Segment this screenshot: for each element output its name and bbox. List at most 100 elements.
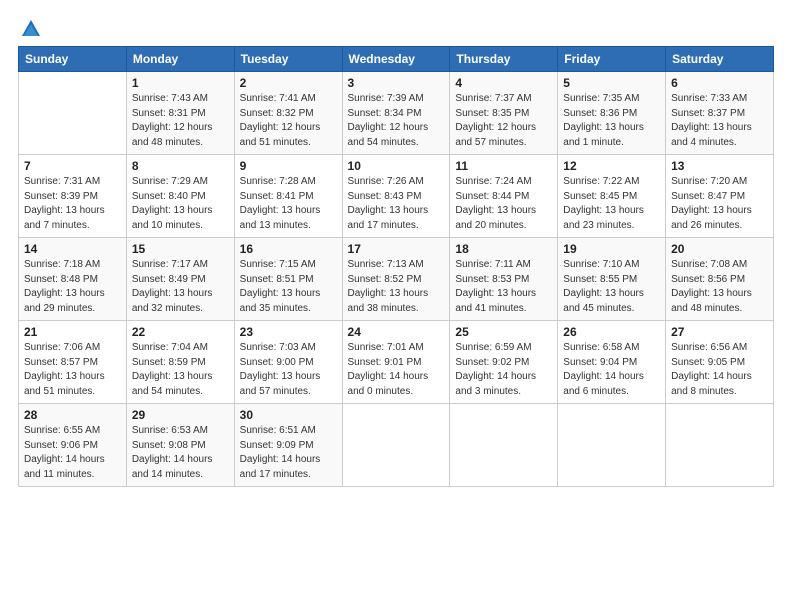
- day-number: 15: [132, 242, 229, 256]
- day-cell: 13 Sunrise: 7:20 AM Sunset: 8:47 PM Dayli…: [666, 155, 774, 238]
- day-cell: [342, 404, 450, 487]
- day-number: 12: [563, 159, 660, 173]
- day-cell: 11Sunrise: 7:24 AM Sunset: 8:44 PM Dayli…: [450, 155, 558, 238]
- day-cell: 27 Sunrise: 6:56 AM Sunset: 9:05 PM Dayli…: [666, 321, 774, 404]
- day-cell: 25 Sunrise: 6:59 AM Sunset: 9:02 PM Dayli…: [450, 321, 558, 404]
- day-cell: 18 Sunrise: 7:11 AM Sunset: 8:53 PM Dayli…: [450, 238, 558, 321]
- day-cell: 3 Sunrise: 7:39 AM Sunset: 8:34 PM Daylig…: [342, 72, 450, 155]
- day-info: Sunrise: 7:43 AM Sunset: 8:31 PM Dayligh…: [132, 92, 229, 150]
- day-info: Sunrise: 7:37 AM Sunset: 8:35 PM Dayligh…: [455, 92, 552, 150]
- day-info: Sunrise: 7:13 AM Sunset: 8:52 PM Dayligh…: [348, 258, 445, 316]
- logo-text: [18, 18, 42, 40]
- day-info: Sunrise: 7:29 AM Sunset: 8:40 PM Dayligh…: [132, 175, 229, 233]
- day-cell: 28 Sunrise: 6:55 AM Sunset: 9:06 PM Dayli…: [19, 404, 127, 487]
- day-cell: 10 Sunrise: 7:26 AM Sunset: 8:43 PM Dayli…: [342, 155, 450, 238]
- day-number: 11: [455, 159, 552, 173]
- day-cell: 8 Sunrise: 7:29 AM Sunset: 8:40 PM Daylig…: [126, 155, 234, 238]
- day-cell: 7Sunrise: 7:31 AM Sunset: 8:39 PM Daylig…: [19, 155, 127, 238]
- day-info: Sunrise: 7:08 AM Sunset: 8:56 PM Dayligh…: [671, 258, 768, 316]
- header-row: SundayMondayTuesdayWednesdayThursdayFrid…: [19, 47, 774, 72]
- day-number: 30: [240, 408, 337, 422]
- day-info: Sunrise: 7:22 AM Sunset: 8:45 PM Dayligh…: [563, 175, 660, 233]
- day-cell: 24 Sunrise: 7:01 AM Sunset: 9:01 PM Dayli…: [342, 321, 450, 404]
- day-info: Sunrise: 6:58 AM Sunset: 9:04 PM Dayligh…: [563, 341, 660, 399]
- day-cell: [666, 404, 774, 487]
- day-number: 5: [563, 76, 660, 90]
- day-info: Sunrise: 7:10 AM Sunset: 8:55 PM Dayligh…: [563, 258, 660, 316]
- day-cell: 1Sunrise: 7:43 AM Sunset: 8:31 PM Daylig…: [126, 72, 234, 155]
- day-info: Sunrise: 6:56 AM Sunset: 9:05 PM Dayligh…: [671, 341, 768, 399]
- day-cell: 6 Sunrise: 7:33 AM Sunset: 8:37 PM Daylig…: [666, 72, 774, 155]
- week-row-1: 7Sunrise: 7:31 AM Sunset: 8:39 PM Daylig…: [19, 155, 774, 238]
- day-number: 4: [455, 76, 552, 90]
- day-number: 6: [671, 76, 768, 90]
- day-number: 19: [563, 242, 660, 256]
- header-cell-monday: Monday: [126, 47, 234, 72]
- day-info: Sunrise: 7:11 AM Sunset: 8:53 PM Dayligh…: [455, 258, 552, 316]
- day-number: 13: [671, 159, 768, 173]
- logo: [18, 18, 42, 36]
- day-info: Sunrise: 7:33 AM Sunset: 8:37 PM Dayligh…: [671, 92, 768, 150]
- week-row-4: 28 Sunrise: 6:55 AM Sunset: 9:06 PM Dayli…: [19, 404, 774, 487]
- day-number: 28: [24, 408, 121, 422]
- day-number: 14: [24, 242, 121, 256]
- header-cell-tuesday: Tuesday: [234, 47, 342, 72]
- header-cell-sunday: Sunday: [19, 47, 127, 72]
- day-cell: 5 Sunrise: 7:35 AM Sunset: 8:36 PM Daylig…: [558, 72, 666, 155]
- day-cell: 21 Sunrise: 7:06 AM Sunset: 8:57 PM Dayli…: [19, 321, 127, 404]
- day-info: Sunrise: 7:18 AM Sunset: 8:48 PM Dayligh…: [24, 258, 121, 316]
- day-info: Sunrise: 7:15 AM Sunset: 8:51 PM Dayligh…: [240, 258, 337, 316]
- day-number: 9: [240, 159, 337, 173]
- day-number: 18: [455, 242, 552, 256]
- day-cell: 4 Sunrise: 7:37 AM Sunset: 8:35 PM Daylig…: [450, 72, 558, 155]
- day-cell: 23 Sunrise: 7:03 AM Sunset: 9:00 PM Dayli…: [234, 321, 342, 404]
- week-row-0: 1Sunrise: 7:43 AM Sunset: 8:31 PM Daylig…: [19, 72, 774, 155]
- header-cell-saturday: Saturday: [666, 47, 774, 72]
- day-cell: 12 Sunrise: 7:22 AM Sunset: 8:45 PM Dayli…: [558, 155, 666, 238]
- day-cell: 30 Sunrise: 6:51 AM Sunset: 9:09 PM Dayli…: [234, 404, 342, 487]
- day-info: Sunrise: 6:55 AM Sunset: 9:06 PM Dayligh…: [24, 424, 121, 482]
- day-info: Sunrise: 7:03 AM Sunset: 9:00 PM Dayligh…: [240, 341, 337, 399]
- day-cell: 26 Sunrise: 6:58 AM Sunset: 9:04 PM Dayli…: [558, 321, 666, 404]
- day-cell: 17Sunrise: 7:13 AM Sunset: 8:52 PM Dayli…: [342, 238, 450, 321]
- day-info: Sunrise: 7:39 AM Sunset: 8:34 PM Dayligh…: [348, 92, 445, 150]
- day-info: Sunrise: 7:04 AM Sunset: 8:59 PM Dayligh…: [132, 341, 229, 399]
- day-number: 26: [563, 325, 660, 339]
- day-info: Sunrise: 7:06 AM Sunset: 8:57 PM Dayligh…: [24, 341, 121, 399]
- day-cell: 19 Sunrise: 7:10 AM Sunset: 8:55 PM Dayli…: [558, 238, 666, 321]
- day-cell: 29Sunrise: 6:53 AM Sunset: 9:08 PM Dayli…: [126, 404, 234, 487]
- day-number: 22: [132, 325, 229, 339]
- day-number: 23: [240, 325, 337, 339]
- logo-icon: [20, 18, 42, 40]
- day-number: 29: [132, 408, 229, 422]
- day-info: Sunrise: 6:59 AM Sunset: 9:02 PM Dayligh…: [455, 341, 552, 399]
- day-cell: 15Sunrise: 7:17 AM Sunset: 8:49 PM Dayli…: [126, 238, 234, 321]
- day-number: 16: [240, 242, 337, 256]
- page: SundayMondayTuesdayWednesdayThursdayFrid…: [0, 0, 792, 612]
- day-number: 8: [132, 159, 229, 173]
- day-number: 10: [348, 159, 445, 173]
- calendar-body: 1Sunrise: 7:43 AM Sunset: 8:31 PM Daylig…: [19, 72, 774, 487]
- day-number: 3: [348, 76, 445, 90]
- day-info: Sunrise: 6:51 AM Sunset: 9:09 PM Dayligh…: [240, 424, 337, 482]
- day-cell: [19, 72, 127, 155]
- day-number: 27: [671, 325, 768, 339]
- day-cell: 2 Sunrise: 7:41 AM Sunset: 8:32 PM Daylig…: [234, 72, 342, 155]
- day-number: 20: [671, 242, 768, 256]
- day-number: 7: [24, 159, 121, 173]
- day-info: Sunrise: 7:01 AM Sunset: 9:01 PM Dayligh…: [348, 341, 445, 399]
- day-cell: 14 Sunrise: 7:18 AM Sunset: 8:48 PM Dayli…: [19, 238, 127, 321]
- calendar-header: SundayMondayTuesdayWednesdayThursdayFrid…: [19, 47, 774, 72]
- day-cell: [450, 404, 558, 487]
- day-info: Sunrise: 7:20 AM Sunset: 8:47 PM Dayligh…: [671, 175, 768, 233]
- day-cell: 22 Sunrise: 7:04 AM Sunset: 8:59 PM Dayli…: [126, 321, 234, 404]
- day-info: Sunrise: 7:26 AM Sunset: 8:43 PM Dayligh…: [348, 175, 445, 233]
- day-number: 24: [348, 325, 445, 339]
- day-cell: 20 Sunrise: 7:08 AM Sunset: 8:56 PM Dayli…: [666, 238, 774, 321]
- day-info: Sunrise: 7:35 AM Sunset: 8:36 PM Dayligh…: [563, 92, 660, 150]
- header-cell-wednesday: Wednesday: [342, 47, 450, 72]
- day-number: 2: [240, 76, 337, 90]
- day-number: 25: [455, 325, 552, 339]
- day-number: 21: [24, 325, 121, 339]
- day-info: Sunrise: 7:41 AM Sunset: 8:32 PM Dayligh…: [240, 92, 337, 150]
